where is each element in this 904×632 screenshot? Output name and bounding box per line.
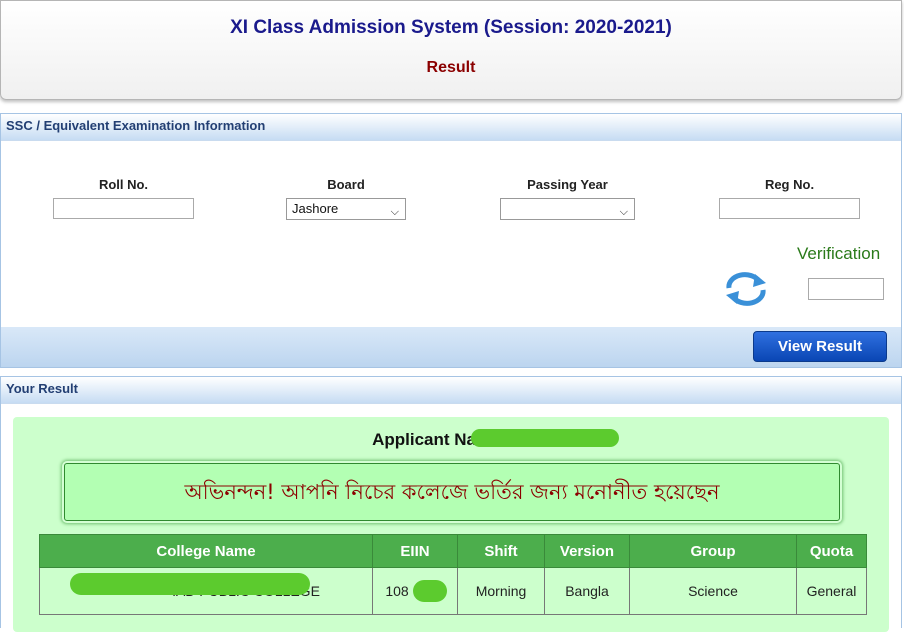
ssc-panel-footer: View Result: [1, 327, 901, 367]
col-version: Version: [544, 534, 630, 568]
result-panel-heading: Your Result: [1, 377, 901, 404]
version-cell: Bangla: [544, 567, 630, 615]
verification-input[interactable]: [808, 278, 884, 300]
col-group: Group: [629, 534, 797, 568]
board-selected-value: Jashore: [292, 201, 339, 216]
refresh-captcha-icon[interactable]: [723, 272, 769, 306]
eiin-cell: 108: [372, 567, 458, 615]
col-college-name: College Name: [39, 534, 373, 568]
view-result-button[interactable]: View Result: [753, 331, 887, 362]
col-eiin: EIIN: [372, 534, 458, 568]
table-row: IAD PUBLIC COLLEGE 108 Morning Bangla Sc…: [39, 567, 867, 615]
quota-cell: General: [796, 567, 867, 615]
result-box: Applicant Name : M অভিনন্দন! আপনি নিচের …: [13, 417, 889, 632]
ssc-panel-heading: SSC / Equivalent Examination Information: [1, 114, 901, 141]
page-title: XI Class Admission System (Session: 2020…: [230, 17, 672, 38]
redaction-mark: [70, 573, 310, 595]
redaction-mark: [471, 429, 619, 447]
board-label: Board: [327, 177, 365, 192]
roll-input[interactable]: [53, 198, 194, 219]
college-name-cell: IAD PUBLIC COLLEGE: [39, 567, 373, 615]
reg-input[interactable]: [719, 198, 860, 219]
shift-cell: Morning: [457, 567, 545, 615]
passing-year-label: Passing Year: [527, 177, 608, 192]
passing-year-select[interactable]: ⌵: [500, 198, 635, 220]
table-header-row: College Name EIIN Shift Version Group Qu…: [39, 534, 867, 568]
col-quota: Quota: [796, 534, 867, 568]
congratulations-message: অভিনন্দন! আপনি নিচের কলেজে ভর্তির জন্য ম…: [64, 463, 840, 521]
college-table: College Name EIIN Shift Version Group Qu…: [39, 534, 867, 615]
result-panel: Your Result Applicant Name : M অভিনন্দন!…: [0, 376, 902, 632]
ssc-info-panel: SSC / Equivalent Examination Information…: [0, 113, 902, 368]
chevron-down-icon: ⌵: [619, 206, 628, 218]
chevron-down-icon: ⌵: [390, 206, 399, 218]
redaction-mark: [413, 580, 447, 602]
page-subtitle: Result: [426, 59, 476, 76]
page-header: XI Class Admission System (Session: 2020…: [0, 0, 902, 100]
verification-label: Verification: [797, 244, 881, 263]
reg-label: Reg No.: [764, 177, 815, 192]
col-shift: Shift: [457, 534, 545, 568]
board-select[interactable]: Jashore ⌵: [286, 198, 406, 220]
applicant-row: Applicant Name : M: [13, 430, 889, 450]
group-cell: Science: [629, 567, 797, 615]
eiin-value: 108: [385, 583, 409, 599]
roll-label: Roll No.: [98, 177, 149, 192]
